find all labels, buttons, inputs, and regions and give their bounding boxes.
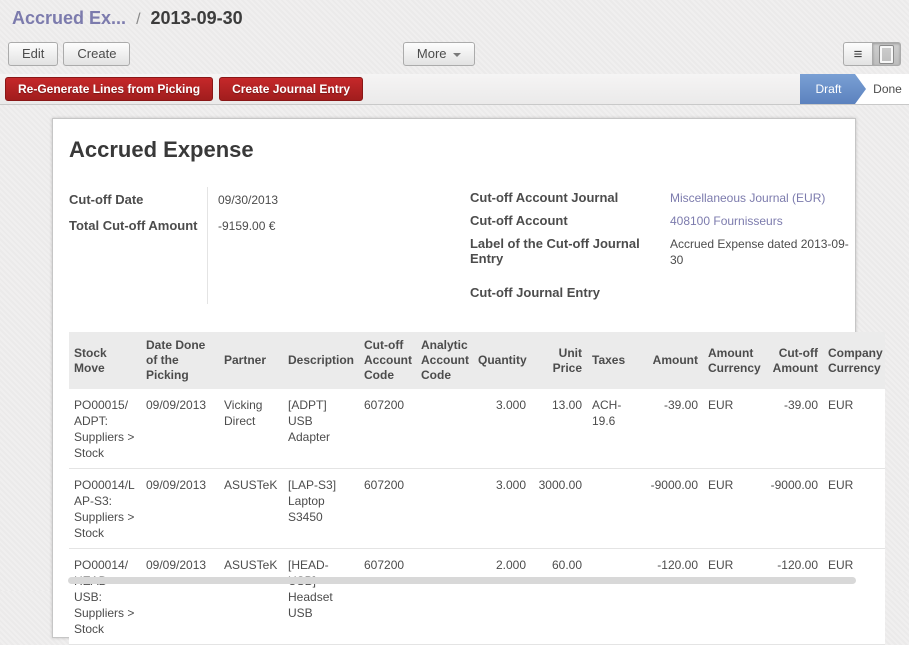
col-header-cut-off-account-code: Cut-off Account Code (359, 332, 416, 389)
col-header-description: Description (283, 332, 359, 389)
cell-quantity: 3.000 (473, 389, 531, 469)
more-button-label: More (417, 46, 447, 61)
statusbar: DraftDone (800, 74, 909, 104)
list-icon: ≡ (854, 47, 863, 62)
cell-description: [LAP-S3] Laptop S3450 (283, 469, 359, 549)
cell-date-done-of-the-picking: 09/09/2013 (141, 549, 219, 645)
cell-amount: -9000.00 (645, 469, 703, 549)
cell-taxes (587, 549, 645, 645)
cell-amount: -39.00 (645, 389, 703, 469)
table-row[interactable]: PO00015/ADPT: Suppliers > Stock09/09/201… (69, 389, 885, 469)
cell-taxes: ACH-19.6 (587, 389, 645, 469)
list-view-button[interactable]: ≡ (843, 42, 872, 66)
field-value-cut-off-journal-entry (670, 272, 855, 304)
cell-amount-currency: EUR (703, 389, 765, 469)
col-header-unit-price: Unit Price (531, 332, 587, 389)
cell-description: [HEAD-USB] Headset USB (283, 549, 359, 645)
breadcrumb-parent-link[interactable]: Accrued Ex... (12, 8, 126, 28)
field-label-cut-off-journal-entry: Cut-off Journal Entry (470, 272, 670, 304)
field-group-left: Cut-off DateTotal Cut-off Amount 09/30/2… (69, 187, 470, 304)
field-value-cut-off-date: 09/30/2013 (218, 187, 470, 213)
cell-partner: ASUSTeK (219, 549, 283, 645)
form-sheet: Accrued Expense Cut-off DateTotal Cut-of… (52, 118, 856, 638)
cell-amount-currency: EUR (703, 549, 765, 645)
col-header-date-done-of-the-picking: Date Done of the Picking (141, 332, 219, 389)
cell-company-currency: EUR (823, 469, 885, 549)
field-label-cut-off-account: Cut-off Account (470, 210, 670, 233)
field-label-cut-off-date: Cut-off Date (69, 187, 207, 213)
cutoff-lines-table: Stock MoveDate Done of the PickingPartne… (69, 332, 885, 645)
edit-button[interactable]: Edit (8, 42, 58, 66)
cell-unit-price: 3000.00 (531, 469, 587, 549)
col-header-quantity: Quantity (473, 332, 531, 389)
cell-stock-move: PO00014/LAP-S3: Suppliers > Stock (69, 469, 141, 549)
cell-cut-off-account-code: 607200 (359, 549, 416, 645)
cell-cut-off-account-code: 607200 (359, 389, 416, 469)
cell-date-done-of-the-picking: 09/09/2013 (141, 469, 219, 549)
cell-stock-move: PO00014/HEAD-USB: Suppliers > Stock (69, 549, 141, 645)
status-row: Re-Generate Lines from Picking Create Jo… (0, 74, 909, 105)
col-header-taxes: Taxes (587, 332, 645, 389)
cell-partner: ASUSTeK (219, 469, 283, 549)
cell-amount-currency: EUR (703, 469, 765, 549)
col-header-cut-off-amount: Cut-off Amount (765, 332, 823, 389)
table-row[interactable]: PO00014/LAP-S3: Suppliers > Stock09/09/2… (69, 469, 885, 549)
form-view-button[interactable] (872, 42, 901, 66)
cell-analytic-account-code (416, 549, 473, 645)
col-header-analytic-account-code: Analytic Account Code (416, 332, 473, 389)
view-switcher: ≡ (843, 42, 901, 66)
page-title: Accrued Expense (69, 137, 855, 163)
horizontal-scrollbar[interactable] (68, 577, 856, 584)
caret-down-icon (453, 53, 461, 57)
cell-cut-off-amount: -120.00 (765, 549, 823, 645)
cell-description: [ADPT] USB Adapter (283, 389, 359, 469)
col-header-stock-move: Stock Move (69, 332, 141, 389)
cell-company-currency: EUR (823, 549, 885, 645)
cell-analytic-account-code (416, 389, 473, 469)
cell-amount: -120.00 (645, 549, 703, 645)
col-header-amount: Amount (645, 332, 703, 389)
cell-cut-off-amount: -9000.00 (765, 469, 823, 549)
more-button[interactable]: More (403, 42, 475, 66)
table-row[interactable]: PO00014/HEAD-USB: Suppliers > Stock09/09… (69, 549, 885, 645)
regenerate-lines-button[interactable]: Re-Generate Lines from Picking (5, 77, 213, 101)
cell-unit-price: 13.00 (531, 389, 587, 469)
field-value-label-of-the-cut-off-journal-entry: Accrued Expense dated 2013-09-30 (670, 233, 855, 272)
field-value-total-cut-off-amount: -9159.00 € (218, 213, 470, 239)
field-value-cut-off-account[interactable]: 408100 Fournisseurs (670, 210, 855, 233)
status-state-done: Done (866, 74, 909, 104)
cell-quantity: 3.000 (473, 469, 531, 549)
cell-stock-move: PO00015/ADPT: Suppliers > Stock (69, 389, 141, 469)
toolbar: Edit Create More ≡ (0, 36, 909, 74)
cell-cut-off-amount: -39.00 (765, 389, 823, 469)
field-value-cut-off-account-journal[interactable]: Miscellaneous Journal (EUR) (670, 187, 855, 210)
field-label-cut-off-account-journal: Cut-off Account Journal (470, 187, 670, 210)
cell-quantity: 2.000 (473, 549, 531, 645)
create-journal-entry-button[interactable]: Create Journal Entry (219, 77, 363, 101)
create-button[interactable]: Create (63, 42, 130, 66)
col-header-company-currency: Company Currency (823, 332, 885, 389)
field-label-label-of-the-cut-off-journal-entry: Label of the Cut-off Journal Entry (470, 233, 670, 272)
cell-date-done-of-the-picking: 09/09/2013 (141, 389, 219, 469)
cell-cut-off-account-code: 607200 (359, 469, 416, 549)
breadcrumb-current: 2013-09-30 (151, 8, 243, 28)
col-header-partner: Partner (219, 332, 283, 389)
cell-company-currency: EUR (823, 389, 885, 469)
breadcrumb: Accrued Ex... / 2013-09-30 (0, 0, 909, 36)
cell-taxes (587, 469, 645, 549)
field-label-total-cut-off-amount: Total Cut-off Amount (69, 213, 207, 239)
status-state-draft: Draft (800, 74, 866, 104)
cell-analytic-account-code (416, 469, 473, 549)
form-icon (880, 46, 893, 63)
col-header-amount-currency: Amount Currency (703, 332, 765, 389)
breadcrumb-separator: / (131, 11, 145, 28)
cell-unit-price: 60.00 (531, 549, 587, 645)
field-group-right: Cut-off Account JournalMiscellaneous Jou… (470, 187, 855, 304)
cell-partner: Vicking Direct (219, 389, 283, 469)
